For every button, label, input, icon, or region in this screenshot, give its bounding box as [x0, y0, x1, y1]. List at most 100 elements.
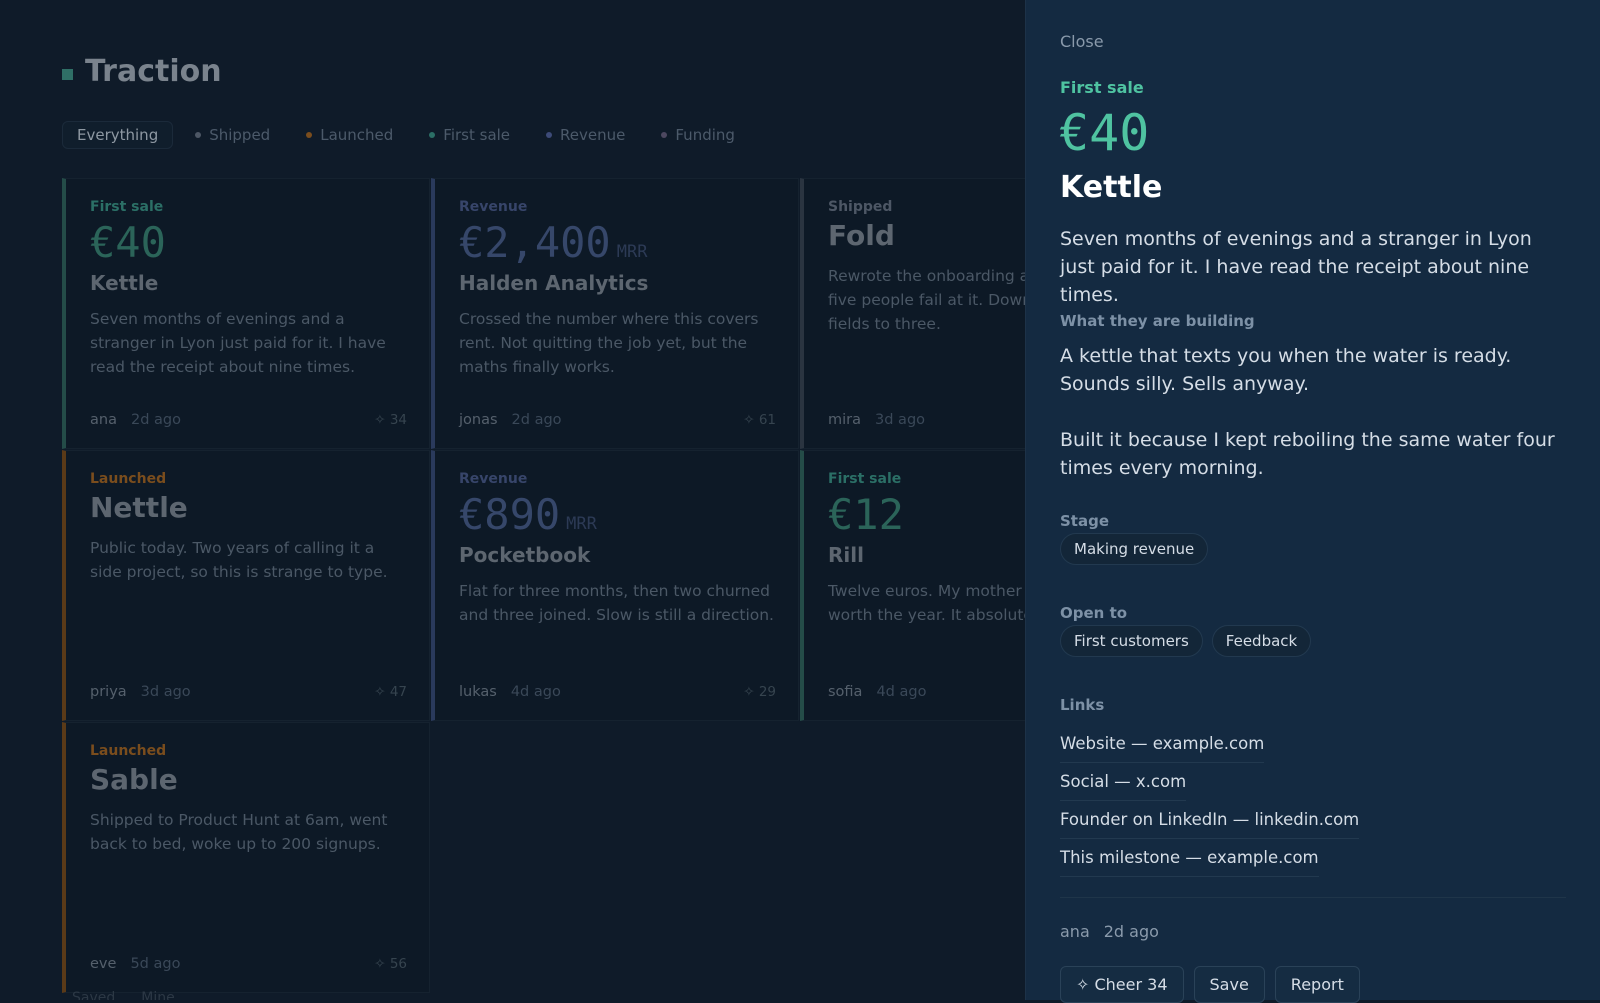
- close-button[interactable]: Close: [1060, 32, 1104, 51]
- filter-launched[interactable]: Launched: [292, 121, 407, 149]
- divider: [1060, 897, 1566, 898]
- card-footer: lukas 4d ago ✧ 29: [459, 684, 776, 700]
- card-description: Public today. Two years of calling it a …: [90, 539, 388, 581]
- milestone-card[interactable]: Revenue €2,400 MRR Halden Analytics Crossed …: [431, 178, 799, 449]
- card-footer: jonas 2d ago ✧ 61: [459, 412, 776, 428]
- card-author[interactable]: mira: [828, 412, 861, 428]
- card-project-name: Rill: [828, 543, 864, 567]
- card-cheer-count[interactable]: ✧ 47: [374, 684, 407, 700]
- card-footer: mira3d ago✧ 22: [828, 412, 1025, 428]
- card-description: Flat for three months, then two churned …: [459, 582, 774, 624]
- card-author[interactable]: jonas: [459, 412, 498, 428]
- filter-shipped[interactable]: Shipped: [181, 121, 284, 149]
- milestone-card[interactable]: Launched Nettle Public today. Two years of…: [62, 450, 430, 721]
- filter-label: Revenue: [560, 126, 626, 144]
- filter-dot-icon: [195, 132, 202, 138]
- filter-funding[interactable]: Funding: [647, 121, 749, 149]
- filter-label: First sale: [443, 126, 511, 144]
- card-author[interactable]: sofia: [828, 684, 862, 700]
- filter-label: Everything: [77, 126, 159, 144]
- building-paragraph: A kettle that texts you when the water i…: [1060, 345, 1512, 395]
- card-unit: MRR: [616, 242, 648, 262]
- card-project-name: Sable: [90, 763, 178, 796]
- milestone-amount: €40: [1059, 104, 1150, 162]
- card-project-name: Nettle: [90, 491, 188, 524]
- website-link[interactable]: Website — example.com: [1060, 726, 1265, 763]
- card-description: Shipped to Product Hunt at 6am, went bac…: [90, 811, 388, 853]
- card-kind: Revenue: [459, 199, 528, 215]
- card-amount-row: €2,400 MRR: [459, 219, 776, 267]
- card-project-name: Fold: [828, 219, 895, 252]
- author-name[interactable]: ana: [1060, 922, 1090, 941]
- card-description: Seven months of evenings and a stranger …: [90, 310, 386, 376]
- card-amount: €40: [90, 218, 166, 267]
- card-time: 2d ago: [130, 412, 181, 428]
- card-cheer-count[interactable]: ✧ 61: [743, 412, 776, 428]
- card-time: 2d ago: [511, 412, 562, 428]
- card-author[interactable]: priya: [90, 684, 127, 700]
- card-kind: Shipped: [828, 199, 893, 215]
- card-amount: €2,400: [459, 218, 611, 267]
- card-time: 4d ago: [876, 684, 927, 700]
- card-cheer-count[interactable]: ✧ 29: [743, 684, 776, 700]
- card-author[interactable]: lukas: [459, 684, 497, 700]
- milestone-card[interactable]: First sale €40 Kettle Seven months of eveni…: [62, 178, 430, 449]
- card-unit: MRR: [566, 514, 597, 534]
- stage-chip: Making revenue: [1060, 533, 1209, 565]
- card-description: Twelve euros. My mother says it was wort…: [828, 582, 1025, 624]
- filter-dot-icon: [306, 132, 313, 138]
- filter-everything[interactable]: Everything: [62, 121, 174, 149]
- card-author[interactable]: ana: [90, 412, 117, 428]
- milestone-card[interactable]: Revenue €890 MRR Pocketbook Flat for three m…: [431, 450, 799, 721]
- project-name: Kettle: [1060, 170, 1163, 205]
- author-meta: ana 2d ago: [1060, 922, 1159, 941]
- milestone-card[interactable]: Shipped Fold Rewrote the onboarding after …: [800, 178, 1025, 449]
- card-cheer-count[interactable]: ✧ 34: [374, 412, 407, 428]
- filter-revenue[interactable]: Revenue: [532, 121, 639, 149]
- milestone-card[interactable]: Launched Sable Shipped to Product Hunt at …: [62, 722, 430, 993]
- open-to-chips: First customers Feedback: [1060, 625, 1312, 657]
- report-button[interactable]: Report: [1274, 966, 1360, 1003]
- sub-tab-saved[interactable]: Saved: [72, 990, 115, 1000]
- filter-dot-icon: [661, 132, 668, 138]
- card-time: 3d ago: [140, 684, 191, 700]
- action-bar: ✧ Cheer 34 Save Report: [1060, 966, 1360, 1003]
- cheer-button[interactable]: ✧ Cheer 34: [1060, 966, 1184, 1003]
- save-button[interactable]: Save: [1193, 966, 1265, 1003]
- card-footer: sofia4d ago✧ 18: [828, 684, 1025, 700]
- filter-first-sale[interactable]: First sale: [415, 121, 524, 149]
- card-description: Crossed the number where this covers ren…: [459, 310, 759, 376]
- milestone-description: Seven months of evenings and a stranger …: [1060, 228, 1532, 306]
- milestone-board: Traction Everything Shipped Launched First …: [0, 0, 1025, 1000]
- card-time: 3d ago: [875, 412, 926, 428]
- card-kind: Launched: [90, 743, 167, 759]
- detail-drawer: Close First sale €40 Kettle Seven months…: [1025, 0, 1600, 1003]
- social-link[interactable]: Social — x.com: [1060, 764, 1187, 801]
- posted-time: 2d ago: [1103, 922, 1159, 941]
- milestone-kind: First sale: [1060, 78, 1144, 97]
- page-title: Traction: [85, 54, 222, 89]
- filter-dot-icon: [429, 132, 436, 138]
- filter-label: Shipped: [209, 126, 271, 144]
- card-author[interactable]: eve: [90, 956, 116, 972]
- card-cheer-count[interactable]: ✧ 56: [374, 956, 407, 972]
- links-list: Website — example.com Social — x.com Fou…: [1060, 726, 1360, 878]
- open-to-label: Open to: [1060, 604, 1128, 622]
- sub-tab-mine[interactable]: Mine: [141, 990, 174, 1000]
- linkedin-link[interactable]: Founder on LinkedIn — linkedin.com: [1060, 802, 1360, 839]
- card-amount-row: €40: [90, 219, 407, 267]
- filter-label: Launched: [320, 126, 394, 144]
- card-project-name: Kettle: [90, 271, 159, 295]
- card-time: 4d ago: [510, 684, 561, 700]
- card-amount: €890: [459, 490, 561, 539]
- building-paragraph: Built it because I kept reboiling the sa…: [1060, 429, 1555, 479]
- filter-dot-icon: [546, 132, 553, 138]
- brand-mark-icon: [62, 69, 73, 80]
- page-header: Traction: [62, 54, 222, 89]
- card-footer: priya 3d ago ✧ 47: [90, 684, 407, 700]
- card-amount: €12: [828, 490, 904, 539]
- filter-tabs: Everything Shipped Launched First sale Reven…: [62, 121, 757, 149]
- milestone-card[interactable]: First sale €12 Rill Twelve euros. My mother…: [800, 450, 1025, 721]
- milestone-link[interactable]: This milestone — example.com: [1060, 840, 1319, 877]
- card-project-name: Pocketbook: [459, 543, 591, 567]
